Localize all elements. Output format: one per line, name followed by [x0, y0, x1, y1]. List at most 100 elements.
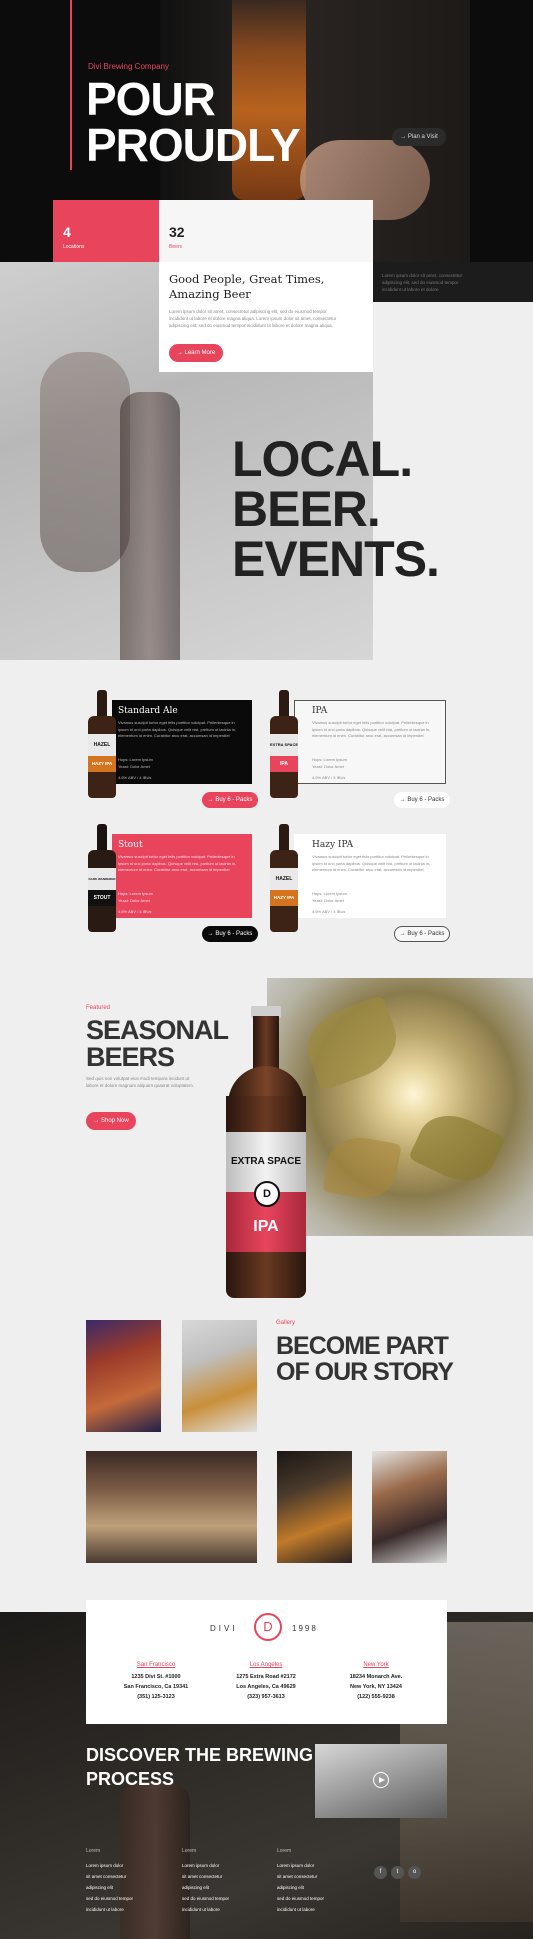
footer-link[interactable]: sit amet consectetur — [86, 1871, 176, 1882]
bottle-label-top: HAZEL — [270, 868, 298, 890]
beer-abv: 4.6% ABV / 4 IBUs — [312, 909, 346, 914]
beer-hops: Hops: Lorem Ipsum — [312, 757, 347, 762]
beer-yeast: Yeast: Dolor Amet — [312, 898, 344, 903]
leaf-image — [297, 994, 407, 1092]
seasonal-title-line1: SEASONAL — [86, 1015, 229, 1045]
gallery-title-line1: BECOME PART — [276, 1332, 449, 1360]
beer-card-ipa: EXTRA SPACE IPA IPA Vivamus suscipit tor… — [268, 690, 450, 808]
location-region: San Francisco, Ca 19341 — [123, 1684, 189, 1690]
brand-logo: D — [254, 1613, 282, 1641]
bottle-label-bottom: STOUT — [88, 890, 116, 906]
location-street: 1275 Extra Road #2172 — [236, 1674, 296, 1680]
footer-link[interactable]: sed do eiusmod tempor — [86, 1893, 176, 1904]
buy-six-pack-button[interactable]: → Buy 6 - Packs — [202, 926, 258, 942]
location-city[interactable]: Los Angeles — [216, 1662, 316, 1668]
hero-accent-line — [70, 0, 72, 170]
footer-column: Lorem Lorem ipsum dolor sit amet consect… — [277, 1848, 367, 1915]
location-street: 1235 Divi St. #1000 — [131, 1674, 181, 1680]
facebook-icon[interactable]: f — [374, 1866, 387, 1879]
footer-title-line1: DISCOVER THE BREWING — [86, 1745, 314, 1765]
leaf-image — [408, 1103, 506, 1193]
footer-title-line2: PROCESS — [86, 1769, 175, 1789]
footer-link[interactable]: Lorem ipsum dolor — [182, 1860, 272, 1871]
location-phone: (323) 957-3613 — [247, 1694, 285, 1700]
bottle-label-top: DARK WANDERER — [88, 868, 116, 890]
footer-link[interactable]: sed do eiusmod tempor — [182, 1893, 272, 1904]
featured-bottle-image: EXTRA SPACE D IPA — [222, 1006, 310, 1298]
beer-bottle-image: EXTRA SPACE IPA — [268, 690, 300, 798]
twitter-icon[interactable]: t — [391, 1866, 404, 1879]
location-phone: (122) 555-9238 — [357, 1694, 395, 1700]
hero-eyebrow: Divi Brewing Company — [88, 62, 169, 71]
beer-yeast: Yeast: Dolor Amet — [312, 764, 344, 769]
stat-card-beers: 32 Beers — [159, 200, 373, 262]
footer-link[interactable]: incididunt ut labore — [86, 1904, 176, 1915]
plan-visit-button[interactable]: → Plan a Visit — [392, 128, 446, 146]
beer-abv: 4.6% ABV / 4 IBUs — [118, 775, 152, 780]
beer-card-stout: DARK WANDERER STOUT Stout Vivamus suscip… — [86, 824, 258, 942]
footer-link[interactable]: incididunt ut labore — [277, 1904, 367, 1915]
beer-name: Hazy IPA — [312, 840, 354, 850]
gallery-title-line2: OF OUR STORY — [276, 1358, 454, 1386]
buy-six-pack-button[interactable]: → Buy 6 - Packs — [202, 792, 258, 808]
bottle-logo: D — [254, 1181, 280, 1207]
beer-bottle-image: HAZEL HAZY IPA — [86, 690, 118, 798]
gallery-eyebrow: Gallery — [276, 1320, 296, 1326]
beer-name: IPA — [312, 706, 328, 716]
bottle-label-top: HAZEL — [88, 734, 116, 756]
footer-link[interactable]: Lorem ipsum dolor — [86, 1860, 176, 1871]
shop-now-button[interactable]: → Shop Now — [86, 1112, 136, 1130]
about-heading: Good People, Great Times, Amazing Beer — [169, 272, 325, 301]
hero-title-line1: POUR — [86, 73, 216, 125]
hero-side-text: Lorem ipsum dolor sit amet, consectetur … — [382, 273, 463, 292]
footer-link[interactable]: adipiscing elit — [182, 1882, 272, 1893]
learn-more-button[interactable]: → Learn More — [169, 344, 223, 362]
footer-video-thumbnail[interactable] — [315, 1744, 447, 1818]
beer-bottle-image: HAZEL HAZY IPA — [268, 824, 300, 932]
bottle-label-bottom: HAZY IPA — [270, 890, 298, 906]
bottle-label-bottom: HAZY IPA — [88, 756, 116, 772]
footer-link[interactable]: sed do eiusmod tempor — [277, 1893, 367, 1904]
bottle-label-bottom: IPA — [253, 1218, 279, 1235]
gallery-image-beer-mug[interactable] — [277, 1451, 352, 1563]
location-city[interactable]: San Francisco — [106, 1662, 206, 1668]
footer-link[interactable]: adipiscing elit — [277, 1882, 367, 1893]
footer-link[interactable]: sit amet consectetur — [277, 1871, 367, 1882]
location-city[interactable]: New York — [326, 1662, 426, 1668]
leaf-image — [322, 1132, 402, 1204]
beer-hops: Hops: Lorem Ipsum — [118, 891, 153, 896]
location-region: Los Angeles, Ca 49629 — [236, 1684, 296, 1690]
bottle-label-top: EXTRA SPACE — [230, 1156, 301, 1167]
gallery-image-glass[interactable] — [182, 1320, 257, 1432]
beer-bottle-image: DARK WANDERER STOUT — [86, 824, 118, 932]
location-street: 18234 Monarch Ave. — [349, 1674, 403, 1680]
gallery-image-bar-glasses[interactable] — [86, 1451, 257, 1563]
footer-column: Lorem Lorem ipsum dolor sit amet consect… — [182, 1848, 272, 1915]
location-phone: (351) 125-3123 — [137, 1694, 175, 1700]
dark-bottle-image — [120, 392, 180, 660]
events-title-line3: EVENTS. — [232, 531, 440, 587]
gallery-image-bartender[interactable] — [86, 1320, 161, 1432]
instagram-icon[interactable]: o — [408, 1866, 421, 1879]
footer-column-heading: Lorem — [277, 1848, 292, 1854]
footer-link[interactable]: incididunt ut labore — [182, 1904, 272, 1915]
location-ny: New York 18234 Monarch Ave. New York, NY… — [326, 1662, 426, 1700]
play-icon[interactable] — [373, 1772, 389, 1788]
beer-description: Vivamus suscipit tortor eget felis portt… — [312, 720, 431, 738]
beer-hops: Hops: Lorem Ipsum — [118, 757, 153, 762]
beer-yeast: Yeast: Dolor Amet — [118, 898, 150, 903]
about-body: Lorem ipsum dolor sit amet, consectetur … — [169, 309, 337, 328]
footer-link[interactable]: sit amet consectetur — [182, 1871, 272, 1882]
locations-card: DIVI D 1998 San Francisco 1235 Divi St. … — [86, 1600, 447, 1724]
footer-column-heading: Lorem — [182, 1848, 197, 1854]
footer-link[interactable]: adipiscing elit — [86, 1882, 176, 1893]
gallery-image-bottle-pour[interactable] — [372, 1451, 447, 1563]
beer-yeast: Yeast: Dolor Amet — [118, 764, 150, 769]
beer-abv: 4.6% ABV / 4 IBUs — [312, 775, 346, 780]
buy-six-pack-button[interactable]: → Buy 6 - Packs — [394, 926, 450, 942]
stat-label: Locations — [63, 244, 85, 250]
buy-six-pack-button[interactable]: → Buy 6 - Packs — [394, 792, 450, 808]
seasonal-eyebrow: Featured — [86, 1005, 111, 1011]
seasonal-body: Sed quis non volutpat eius modi tempora … — [86, 1076, 195, 1088]
footer-link[interactable]: Lorem ipsum dolor — [277, 1860, 367, 1871]
